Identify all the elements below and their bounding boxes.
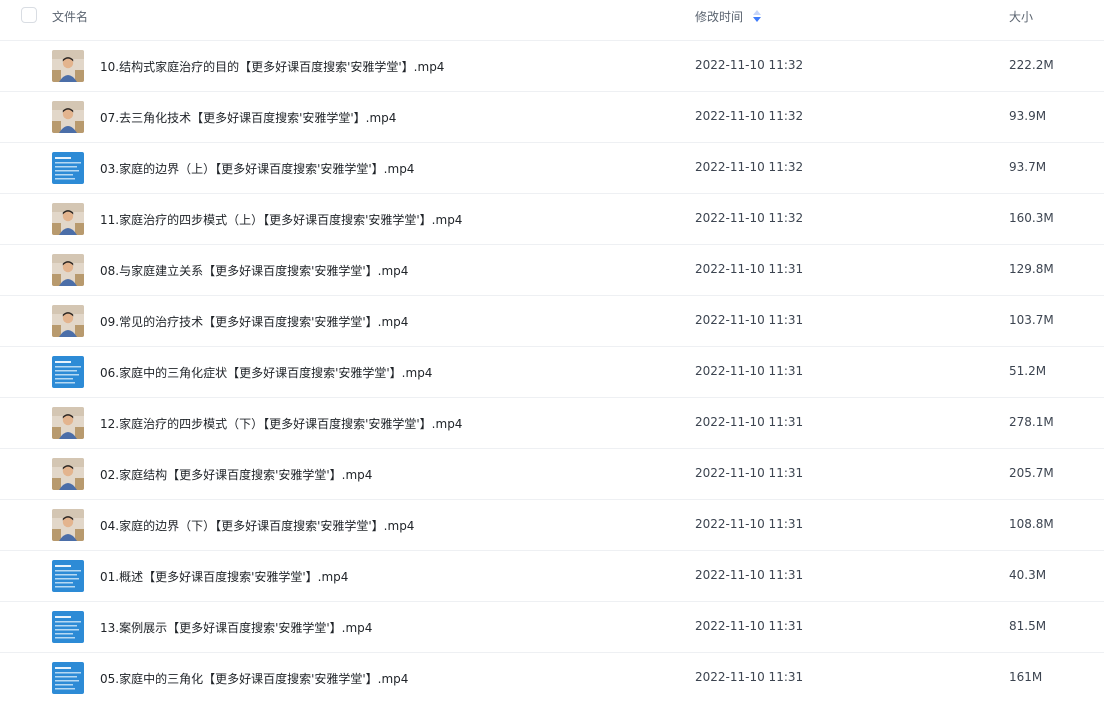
file-list: 10.结构式家庭治疗的目的【更多好课百度搜索'安雅学堂'】.mp4 2022-11…	[0, 40, 1104, 703]
file-mtime: 2022-11-10 11:31	[695, 262, 804, 276]
file-mtime: 2022-11-10 11:31	[695, 364, 804, 378]
file-size: 40.3M	[1009, 568, 1047, 582]
file-name[interactable]: 09.常见的治疗技术【更多好课百度搜索'安雅学堂'】.mp4	[100, 313, 408, 330]
person-thumbnail	[52, 101, 84, 133]
file-name[interactable]: 01.概述【更多好课百度搜索'安雅学堂'】.mp4	[100, 568, 348, 585]
person-thumbnail	[52, 305, 84, 337]
file-mtime: 2022-11-10 11:32	[695, 58, 804, 72]
file-name[interactable]: 13.案例展示【更多好课百度搜索'安雅学堂'】.mp4	[100, 619, 372, 636]
file-size: 93.7M	[1009, 160, 1047, 174]
file-name[interactable]: 07.去三角化技术【更多好课百度搜索'安雅学堂'】.mp4	[100, 109, 396, 126]
file-size: 278.1M	[1009, 415, 1054, 429]
file-row[interactable]: 08.与家庭建立关系【更多好课百度搜索'安雅学堂'】.mp4 2022-11-10…	[0, 244, 1104, 295]
file-size: 222.2M	[1009, 58, 1054, 72]
slide-thumbnail	[52, 611, 84, 643]
file-row[interactable]: 12.家庭治疗的四步模式（下）【更多好课百度搜索'安雅学堂'】.mp4 2022-…	[0, 397, 1104, 448]
file-size: 93.9M	[1009, 109, 1047, 123]
file-mtime: 2022-11-10 11:32	[695, 211, 804, 225]
slide-thumbnail	[52, 356, 84, 388]
file-mtime: 2022-11-10 11:31	[695, 670, 804, 684]
file-size: 161M	[1009, 670, 1043, 684]
file-name[interactable]: 06.家庭中的三角化症状【更多好课百度搜索'安雅学堂'】.mp4	[100, 364, 432, 381]
file-name[interactable]: 11.家庭治疗的四步模式（上）【更多好课百度搜索'安雅学堂'】.mp4	[100, 211, 462, 228]
file-row[interactable]: 01.概述【更多好课百度搜索'安雅学堂'】.mp4 2022-11-10 11:3…	[0, 550, 1104, 601]
file-mtime: 2022-11-10 11:32	[695, 109, 804, 123]
file-row[interactable]: 10.结构式家庭治疗的目的【更多好课百度搜索'安雅学堂'】.mp4 2022-11…	[0, 40, 1104, 91]
file-row[interactable]: 06.家庭中的三角化症状【更多好课百度搜索'安雅学堂'】.mp4 2022-11-…	[0, 346, 1104, 397]
slide-thumbnail	[52, 560, 84, 592]
file-mtime: 2022-11-10 11:31	[695, 568, 804, 582]
file-name[interactable]: 10.结构式家庭治疗的目的【更多好课百度搜索'安雅学堂'】.mp4	[100, 58, 444, 75]
file-row[interactable]: 13.案例展示【更多好课百度搜索'安雅学堂'】.mp4 2022-11-10 11…	[0, 601, 1104, 652]
file-size: 51.2M	[1009, 364, 1047, 378]
person-thumbnail	[52, 407, 84, 439]
file-row[interactable]: 07.去三角化技术【更多好课百度搜索'安雅学堂'】.mp4 2022-11-10 …	[0, 91, 1104, 142]
person-thumbnail	[52, 458, 84, 490]
file-name[interactable]: 05.家庭中的三角化【更多好课百度搜索'安雅学堂'】.mp4	[100, 670, 408, 687]
file-mtime: 2022-11-10 11:32	[695, 160, 804, 174]
sort-icon[interactable]	[752, 10, 762, 22]
file-list-header: 文件名 修改时间 大小	[0, 0, 1104, 32]
file-row[interactable]: 02.家庭结构【更多好课百度搜索'安雅学堂'】.mp4 2022-11-10 11…	[0, 448, 1104, 499]
file-mtime: 2022-11-10 11:31	[695, 415, 804, 429]
file-size: 129.8M	[1009, 262, 1054, 276]
file-size: 81.5M	[1009, 619, 1047, 633]
file-name[interactable]: 12.家庭治疗的四步模式（下）【更多好课百度搜索'安雅学堂'】.mp4	[100, 415, 462, 432]
file-name[interactable]: 04.家庭的边界（下）【更多好课百度搜索'安雅学堂'】.mp4	[100, 517, 414, 534]
slide-thumbnail	[52, 152, 84, 184]
file-size: 205.7M	[1009, 466, 1054, 480]
file-row[interactable]: 04.家庭的边界（下）【更多好课百度搜索'安雅学堂'】.mp4 2022-11-1…	[0, 499, 1104, 550]
select-all-checkbox[interactable]	[21, 7, 37, 23]
file-mtime: 2022-11-10 11:31	[695, 313, 804, 327]
person-thumbnail	[52, 509, 84, 541]
file-name[interactable]: 08.与家庭建立关系【更多好课百度搜索'安雅学堂'】.mp4	[100, 262, 408, 279]
file-size: 103.7M	[1009, 313, 1054, 327]
file-name[interactable]: 02.家庭结构【更多好课百度搜索'安雅学堂'】.mp4	[100, 466, 372, 483]
person-thumbnail	[52, 254, 84, 286]
file-row[interactable]: 03.家庭的边界（上）【更多好课百度搜索'安雅学堂'】.mp4 2022-11-1…	[0, 142, 1104, 193]
file-row[interactable]: 05.家庭中的三角化【更多好课百度搜索'安雅学堂'】.mp4 2022-11-10…	[0, 652, 1104, 703]
file-size: 160.3M	[1009, 211, 1054, 225]
slide-thumbnail	[52, 662, 84, 694]
person-thumbnail	[52, 50, 84, 82]
file-mtime: 2022-11-10 11:31	[695, 619, 804, 633]
file-name[interactable]: 03.家庭的边界（上）【更多好课百度搜索'安雅学堂'】.mp4	[100, 160, 414, 177]
file-mtime: 2022-11-10 11:31	[695, 517, 804, 531]
column-header-name[interactable]: 文件名	[52, 8, 88, 25]
column-header-mtime[interactable]: 修改时间	[695, 8, 743, 25]
file-mtime: 2022-11-10 11:31	[695, 466, 804, 480]
file-size: 108.8M	[1009, 517, 1054, 531]
column-header-size[interactable]: 大小	[1009, 8, 1033, 25]
file-row[interactable]: 09.常见的治疗技术【更多好课百度搜索'安雅学堂'】.mp4 2022-11-10…	[0, 295, 1104, 346]
person-thumbnail	[52, 203, 84, 235]
file-row[interactable]: 11.家庭治疗的四步模式（上）【更多好课百度搜索'安雅学堂'】.mp4 2022-…	[0, 193, 1104, 244]
